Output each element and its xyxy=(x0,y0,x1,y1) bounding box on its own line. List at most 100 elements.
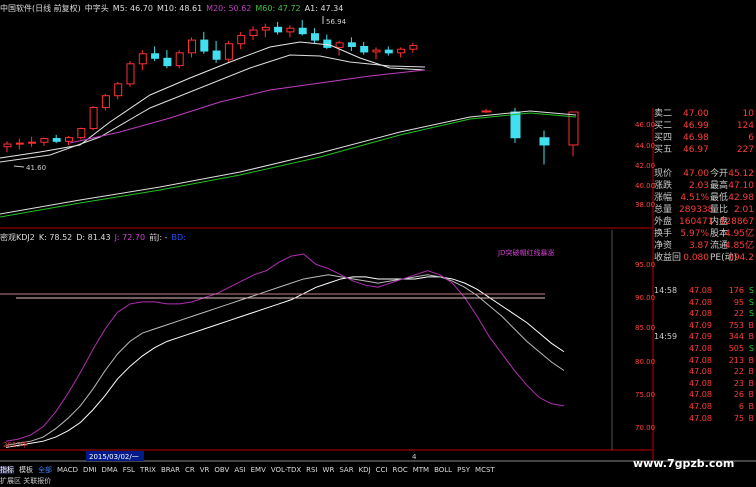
tick-row[interactable]: 47.08 23 B xyxy=(653,378,756,389)
candle-body xyxy=(347,42,356,47)
candle-body xyxy=(274,26,283,33)
extension-area[interactable]: 扩展区 关联报价 xyxy=(0,476,756,486)
candle-body xyxy=(212,50,221,60)
tab-item[interactable]: DMA xyxy=(101,466,117,474)
candle-body xyxy=(249,29,258,37)
a1-value: A1: 47.34 xyxy=(304,4,344,13)
tab-item[interactable]: FSL xyxy=(123,466,135,474)
candle-body xyxy=(510,111,521,139)
tab-item[interactable]: ASI xyxy=(234,466,245,474)
ma5-line xyxy=(0,41,426,159)
tick-row[interactable]: 14:59 47.09 344 B xyxy=(653,331,756,342)
tick-row[interactable]: 47.08 505 S xyxy=(653,343,756,354)
kdj-lines xyxy=(5,253,565,448)
tab-item[interactable]: MACD xyxy=(57,466,78,474)
stock-title: 中国软件(日线 前复权) xyxy=(0,4,81,13)
tick-row[interactable]: 47.08 26 B xyxy=(653,389,756,400)
kdj-extra-value: 前J: - xyxy=(149,233,168,242)
a1-line xyxy=(0,110,577,215)
tab-item[interactable]: SAR xyxy=(339,466,353,474)
candle-body xyxy=(409,45,418,50)
candle-body xyxy=(89,107,98,130)
tab-item[interactable]: VR xyxy=(200,466,210,474)
tick-row[interactable]: 47.08 75 B xyxy=(653,413,756,424)
candle-body xyxy=(3,143,12,148)
tick-row[interactable]: 47.08 95 S xyxy=(653,297,756,308)
high-price-label: 56.94 xyxy=(326,18,347,26)
quote-stat-row: 收益回 0.080 PE(动) 694.2 xyxy=(654,253,754,263)
quote-row[interactable]: 买二 46.99 124 xyxy=(653,120,756,132)
tick-row[interactable]: 47.09 753 B xyxy=(653,320,756,331)
tick-row[interactable]: 47.08 213 B xyxy=(653,355,756,366)
watermark: www.7gpzb.com xyxy=(633,457,735,470)
candle-body xyxy=(323,39,332,48)
tab-item[interactable]: MCST xyxy=(475,466,495,474)
tick-row[interactable]: 47.08 6 B xyxy=(653,401,756,412)
kline-header: 中国软件(日线 前复权) 中字头 M5: 46.70 M10: 48.61 M20: 5… xyxy=(0,3,347,14)
quote-stat-row: 涨幅 4.51% 最低 42.98 xyxy=(654,193,754,203)
candle-body xyxy=(151,53,160,59)
kdj-tick: 70.00 xyxy=(635,424,655,432)
candle-body xyxy=(311,33,319,41)
candle-body xyxy=(384,49,393,54)
tab-item[interactable]: BRAR xyxy=(161,466,180,474)
tab-item[interactable]: CR xyxy=(185,466,195,474)
low-price-pointer xyxy=(13,165,25,168)
kdj-annotation: JD突破帽红线暴涨 xyxy=(497,248,554,257)
candle-body xyxy=(360,45,369,53)
tab-item[interactable]: WR xyxy=(323,466,335,474)
kdj-header: 密观KDJ2 K: 78.52 D: 81.43 J: 72.70 前J: - BD: xyxy=(0,232,190,243)
candle-body xyxy=(15,142,24,145)
candle-body xyxy=(114,83,123,97)
kdj-k-line xyxy=(5,274,565,446)
candle-body xyxy=(224,43,233,60)
ma20-line xyxy=(69,69,426,144)
tab-item[interactable]: MTM xyxy=(413,466,429,474)
quote-row[interactable]: 买四 46.98 6 xyxy=(653,132,756,144)
tab-item[interactable]: OBV xyxy=(214,466,229,474)
tab-item[interactable]: EMV xyxy=(251,466,266,474)
tab-item[interactable]: DMI xyxy=(83,466,97,474)
quote-stat-row: 现价 47.00 今开 45.12 xyxy=(654,169,754,179)
tab-item[interactable]: CCI xyxy=(376,466,388,474)
tab-template[interactable]: 模板 xyxy=(19,466,33,474)
kdj-j-value: J: 72.70 xyxy=(114,233,146,242)
tab-item[interactable]: KDJ xyxy=(359,466,371,474)
date-cursor-label: 2015/03/02/一 xyxy=(89,453,139,461)
candle-body xyxy=(481,110,492,113)
kline-candles xyxy=(3,20,418,153)
ma60-line xyxy=(0,112,577,218)
candle-body xyxy=(126,63,135,85)
tab-item[interactable]: ROC xyxy=(392,466,407,474)
tab-indicator[interactable]: 指标 xyxy=(0,466,14,474)
tab-item[interactable]: RSI xyxy=(306,466,317,474)
ma5-value: M5: 46.70 xyxy=(112,4,153,13)
kdj-k-value: K: 78.52 xyxy=(38,233,73,242)
quote-row[interactable]: 买五 46.97 227 xyxy=(653,144,756,156)
ma60-value: M60: 47.72 xyxy=(255,4,301,13)
candle-body xyxy=(261,26,270,31)
kdj-bd-value: BD: xyxy=(171,233,186,242)
candle-body xyxy=(286,27,295,33)
candle-body xyxy=(335,42,344,48)
tab-item[interactable]: TRIX xyxy=(140,466,156,474)
candle-body xyxy=(539,137,550,146)
quote-stat-row: 外盘 160471 内盘 128867 xyxy=(654,217,754,227)
candle-body xyxy=(163,57,172,67)
ma20-value: M20: 50.62 xyxy=(206,4,252,13)
quote-row[interactable]: 卖二 47.00 10 xyxy=(653,108,756,120)
quote-stat-row: 涨跌 2.03 最高 47.10 xyxy=(654,181,754,191)
candle-body xyxy=(138,53,147,65)
candle-body xyxy=(200,39,209,52)
kdj-d-value: D: 81.43 xyxy=(76,233,111,242)
tab-item[interactable]: VOL-TDX xyxy=(271,466,301,474)
tick-row[interactable]: 47.08 22 S xyxy=(653,308,756,319)
tick-row[interactable]: 47.08 22 B xyxy=(653,366,756,377)
tab-item[interactable]: 全部 xyxy=(38,466,52,474)
tick-row[interactable]: 14:58 47.08 176 S xyxy=(653,285,756,296)
kdj-title: 密观KDJ2 xyxy=(0,233,35,242)
tab-item[interactable]: PSY xyxy=(457,466,470,474)
low-price-label: 41.60 xyxy=(26,164,46,172)
tab-item[interactable]: BOLL xyxy=(434,466,452,474)
candle-body xyxy=(175,52,184,67)
